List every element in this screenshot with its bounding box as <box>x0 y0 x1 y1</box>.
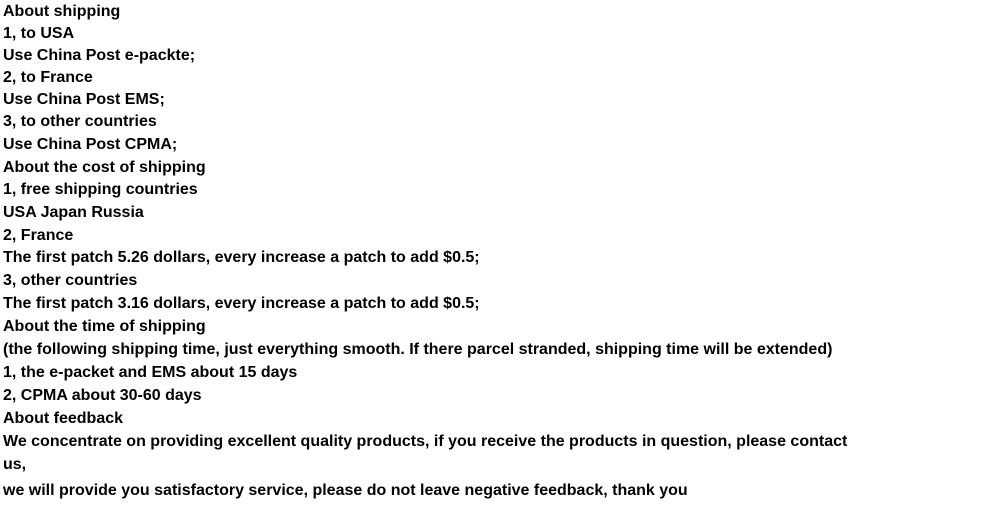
heading-about-shipping: About shipping <box>3 3 121 20</box>
text-line-feedback-closing: we will provide you satisfactory service… <box>3 482 688 499</box>
text-line-to-other-countries: 3, to other countries <box>3 113 157 130</box>
shipping-policy-text-block: About shipping 1, to USA Use China Post … <box>0 0 1000 512</box>
text-line-free-countries-list: USA Japan Russia <box>3 204 144 221</box>
text-line-feedback-intro-wrap: us, <box>3 456 27 473</box>
text-line-other-price: The first patch 3.16 dollars, every incr… <box>3 295 480 312</box>
text-line-usa-carrier: Use China Post e-packte; <box>3 47 196 64</box>
text-line-france-carrier: Use China Post EMS; <box>3 91 165 108</box>
text-line-time-disclaimer: (the following shipping time, just every… <box>3 341 833 358</box>
text-line-free-shipping-countries: 1, free shipping countries <box>3 181 198 198</box>
text-line-epacket-ems-days: 1, the e-packet and EMS about 15 days <box>3 364 298 381</box>
heading-about-cost: About the cost of shipping <box>3 159 206 176</box>
text-line-france-price: The first patch 5.26 dollars, every incr… <box>3 249 480 266</box>
text-line-feedback-intro: We concentrate on providing excellent qu… <box>3 433 848 450</box>
text-line-cost-france: 2, France <box>3 227 74 244</box>
heading-about-feedback: About feedback <box>3 410 124 427</box>
text-line-cost-other: 3, other countries <box>3 272 138 289</box>
heading-about-time: About the time of shipping <box>3 318 206 335</box>
text-line-cpma-days: 2, CPMA about 30-60 days <box>3 387 202 404</box>
text-line-other-carrier: Use China Post CPMA; <box>3 136 178 153</box>
text-line-to-usa: 1, to USA <box>3 25 75 42</box>
text-line-to-france: 2, to France <box>3 69 93 86</box>
